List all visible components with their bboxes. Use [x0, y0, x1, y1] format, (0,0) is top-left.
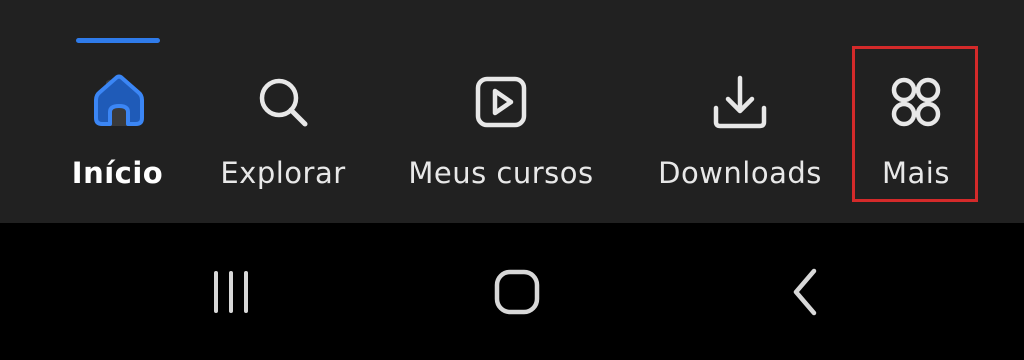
app-screen: Início Explorar Meus cursos Downloads Ma…	[0, 0, 1024, 360]
nav-label-inicio: Início	[71, 156, 164, 190]
nav-item-downloads[interactable]: Downloads	[646, 60, 834, 210]
download-icon	[708, 70, 772, 134]
grid-icon	[884, 70, 948, 134]
nav-item-explorar[interactable]: Explorar	[208, 60, 358, 210]
nav-label-downloads: Downloads	[658, 156, 822, 190]
nav-label-mais: Mais	[882, 156, 950, 190]
active-tab-indicator	[76, 38, 160, 43]
system-navigation-bar	[0, 223, 1024, 360]
play-icon	[469, 70, 533, 134]
system-home-button[interactable]	[482, 259, 552, 329]
recents-button[interactable]	[196, 259, 266, 329]
nav-label-meus-cursos: Meus cursos	[408, 156, 594, 190]
back-button[interactable]	[770, 259, 840, 329]
home-circle-icon	[492, 267, 542, 321]
nav-label-explorar: Explorar	[220, 156, 346, 190]
bottom-navigation-bar: Início Explorar Meus cursos Downloads Ma…	[0, 0, 1024, 223]
nav-item-inicio[interactable]: Início	[60, 60, 175, 210]
nav-item-meus-cursos[interactable]: Meus cursos	[396, 60, 606, 210]
back-icon	[780, 267, 830, 321]
nav-item-mais[interactable]: Mais	[853, 60, 979, 210]
recents-icon	[206, 267, 256, 321]
home-icon	[86, 70, 150, 134]
search-icon	[251, 70, 315, 134]
